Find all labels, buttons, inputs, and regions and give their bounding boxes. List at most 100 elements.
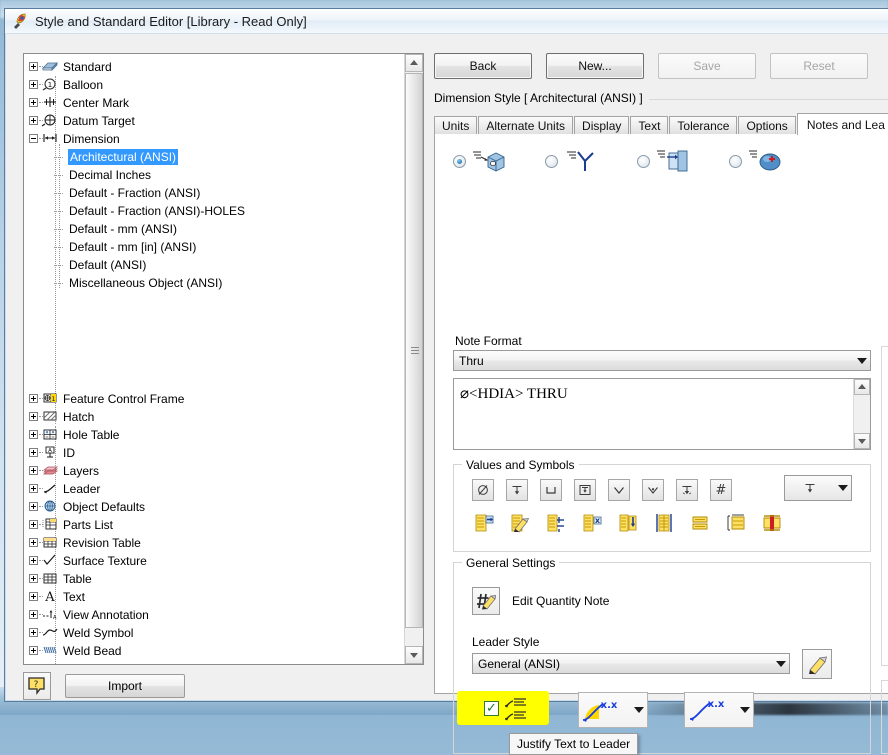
expand-plus-icon[interactable] (28, 516, 43, 534)
expand-plus-icon[interactable] (28, 588, 43, 606)
help-button[interactable]: ? (23, 672, 51, 700)
deep-box-symbol-icon[interactable] (574, 479, 596, 501)
edit-leader-style-button[interactable] (802, 649, 832, 679)
expand-plus-icon[interactable] (28, 408, 43, 426)
tree-item-object-defaults[interactable]: Object Defaults (28, 498, 405, 516)
value-pair-icon[interactable] (688, 511, 712, 535)
expand-plus-icon[interactable] (28, 462, 43, 480)
tree-item-default-ansi[interactable]: Default (ANSI) (28, 256, 405, 274)
value-insert-icon[interactable] (472, 511, 496, 535)
expand-plus-icon[interactable] (28, 94, 43, 112)
chevron-down-icon[interactable] (772, 654, 789, 673)
tree-item-default-fraction-ansi[interactable]: Default - Fraction (ANSI) (28, 184, 405, 202)
back-button[interactable]: Back (434, 53, 532, 79)
expand-plus-icon[interactable] (28, 624, 43, 642)
scroll-thumb[interactable] (405, 73, 423, 628)
note-type-punch[interactable] (637, 148, 729, 174)
collapse-minus-icon[interactable] (28, 130, 43, 148)
value-highlight-icon[interactable] (760, 511, 784, 535)
radio-punch-note[interactable] (637, 154, 650, 168)
counterbore-symbol-icon[interactable] (540, 479, 562, 501)
value-arrow-icon[interactable] (616, 511, 640, 535)
counterdrill-symbol-icon[interactable] (676, 479, 698, 501)
tree-item-weld-symbol[interactable]: Weld Symbol (28, 624, 405, 642)
tree-item-center-mark[interactable]: Center Mark (28, 94, 405, 112)
tree-item-decimal-inches[interactable]: Decimal Inches (28, 166, 405, 184)
tree-item-weld-bead[interactable]: Weld Bead (28, 642, 405, 660)
reset-button[interactable]: Reset (770, 53, 868, 79)
tree-item-table[interactable]: Table (28, 570, 405, 588)
justify-text-to-leader-checkbox[interactable]: ✓ (484, 701, 499, 716)
tree-item-architectural-ansi[interactable]: Architectural (ANSI) (28, 148, 405, 166)
tab-units[interactable]: Units (434, 116, 478, 135)
note-type-thread[interactable] (729, 148, 821, 174)
value-divide-icon[interactable] (544, 511, 568, 535)
tree-item-feature-control-frame[interactable]: 1 Feature Control Frame (28, 390, 405, 408)
tab-text[interactable]: Text (630, 116, 669, 135)
tree-item-id[interactable]: A ID (28, 444, 405, 462)
expand-plus-icon[interactable] (28, 498, 43, 516)
value-edit-icon[interactable] (508, 511, 532, 535)
tree-item-layers[interactable]: Layers (28, 462, 405, 480)
number-symbol-icon[interactable]: # (710, 479, 732, 501)
diameter-symbol-icon[interactable] (472, 479, 494, 501)
value-stack-icon[interactable] (652, 511, 676, 535)
tab-tolerance[interactable]: Tolerance (669, 116, 738, 135)
tree-item-datum-target[interactable]: Datum Target (28, 112, 405, 130)
leader-precision-primary-dropdown[interactable]: x.x (578, 692, 648, 728)
tree-item-default-fraction-ansi-holes[interactable]: Default - Fraction (ANSI)-HOLES (28, 202, 405, 220)
new-button[interactable]: New... (546, 53, 644, 79)
value-table-icon[interactable] (724, 511, 748, 535)
expand-plus-icon[interactable] (28, 112, 43, 130)
note-type-chamfer[interactable] (545, 148, 637, 174)
countersink-symbol-icon[interactable] (608, 479, 630, 501)
leader-precision-alternate-dropdown[interactable]: x.x (684, 692, 754, 728)
chevron-down-icon[interactable] (834, 479, 851, 498)
tree-item-revision-table[interactable]: Revision Table (28, 534, 405, 552)
note-text-scrollbar[interactable] (853, 379, 870, 449)
tree-item-surface-texture[interactable]: Surface Texture (28, 552, 405, 570)
scroll-up-button[interactable] (854, 379, 870, 395)
tab-alternate-units[interactable]: Alternate Units (478, 116, 574, 135)
tree-item-default-mm-in-ansi[interactable]: Default - mm [in] (ANSI) (28, 238, 405, 256)
tree-item-hole-table[interactable]: Hole Table (28, 426, 405, 444)
tab-notes-and-leaders[interactable]: Notes and Lea (796, 113, 888, 135)
tree-item-text[interactable]: A Text (28, 588, 405, 606)
tree-item-standard[interactable]: Standard (28, 58, 405, 76)
radio-thread-note[interactable] (729, 154, 742, 168)
chevron-down-icon[interactable] (630, 701, 647, 720)
radio-hole-note[interactable] (453, 154, 466, 168)
countersink-dot-symbol-icon[interactable] (642, 479, 664, 501)
symbol-dropdown[interactable] (784, 475, 852, 501)
tree-item-leader[interactable]: Leader (28, 480, 405, 498)
expand-plus-icon[interactable] (28, 426, 43, 444)
expand-plus-icon[interactable] (28, 642, 43, 660)
import-button[interactable]: Import (65, 674, 185, 698)
scroll-down-button[interactable] (405, 646, 423, 664)
radio-chamfer-note[interactable] (545, 154, 558, 168)
edit-quantity-note-button[interactable] (472, 587, 500, 615)
tree-vertical-scrollbar[interactable] (404, 54, 423, 664)
depth-symbol-icon[interactable] (506, 479, 528, 501)
save-button[interactable]: Save (658, 53, 756, 79)
tree-item-parts-list[interactable]: Parts List (28, 516, 405, 534)
tree-item-hatch[interactable]: Hatch (28, 408, 405, 426)
expand-plus-icon[interactable] (28, 390, 43, 408)
expand-plus-icon[interactable] (28, 76, 43, 94)
scroll-up-button[interactable] (405, 54, 423, 72)
expand-plus-icon[interactable] (28, 570, 43, 588)
scroll-down-button[interactable] (854, 433, 870, 449)
expand-plus-icon[interactable] (28, 444, 43, 462)
expand-plus-icon[interactable] (28, 480, 43, 498)
expand-plus-icon[interactable] (28, 534, 43, 552)
expand-plus-icon[interactable] (28, 606, 43, 624)
tree-item-default-mm-ansi[interactable]: Default - mm (ANSI) (28, 220, 405, 238)
chevron-down-icon[interactable] (736, 701, 753, 720)
note-format-textarea[interactable]: ⌀<HDIA> THRU (453, 378, 871, 450)
leader-style-combo[interactable]: General (ANSI) (472, 653, 790, 674)
chevron-down-icon[interactable] (853, 351, 870, 370)
note-format-combo[interactable]: Thru (453, 350, 871, 371)
tab-options[interactable]: Options (738, 116, 796, 135)
style-tree[interactable]: Standard 1 Balloon Center Mark Datum Tar… (24, 54, 405, 664)
tree-item-balloon[interactable]: 1 Balloon (28, 76, 405, 94)
